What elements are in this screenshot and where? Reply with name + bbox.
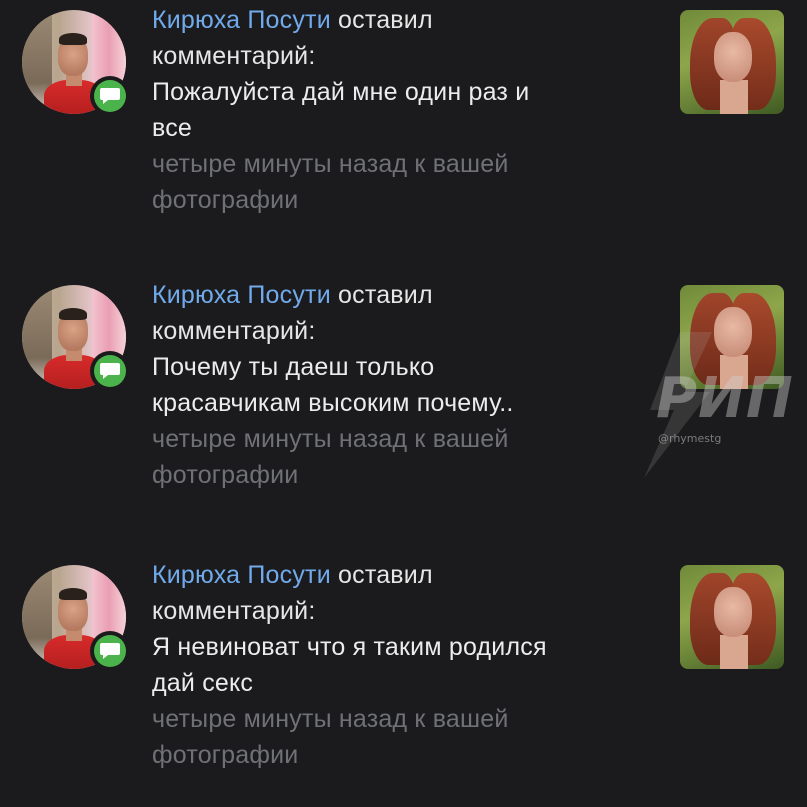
photo-thumbnail[interactable] (680, 565, 784, 669)
comment-badge-icon (90, 76, 130, 116)
timestamp-text-cont: фотографии (152, 741, 299, 769)
author-link[interactable]: Кирюха Посути (152, 6, 331, 34)
action-text-cont: комментарий: (152, 42, 316, 70)
action-text: оставил (338, 561, 433, 589)
notification-feed: Кирюха Посути оставил комментарий: Пожал… (0, 0, 807, 807)
timestamp-text: четыре минуты назад к вашей (152, 150, 509, 178)
notification-item[interactable]: Кирюха Посути оставил комментарий: Пожал… (0, 0, 807, 240)
timestamp-text: четыре минуты назад к вашей (152, 705, 509, 733)
action-text-cont: комментарий: (152, 597, 316, 625)
comment-text: Почему ты даеш только (152, 353, 435, 381)
notification-text: Кирюха Посути оставил комментарий: Почем… (152, 277, 652, 493)
action-text-cont: комментарий: (152, 317, 316, 345)
timestamp-text: четыре минуты назад к вашей (152, 425, 509, 453)
notification-item[interactable]: Кирюха Посути оставил комментарий: Почем… (0, 275, 807, 515)
comment-text-cont: все (152, 114, 193, 142)
user-avatar-container[interactable] (22, 565, 130, 671)
photo-thumbnail[interactable] (680, 285, 784, 389)
comment-text: Пожалуйста дай мне один раз и (152, 78, 530, 106)
notification-text: Кирюха Посути оставил комментарий: Пожал… (152, 2, 652, 218)
notification-text: Кирюха Посути оставил комментарий: Я нев… (152, 557, 652, 773)
comment-text: Я невиноват что я таким родился (152, 633, 547, 661)
author-link[interactable]: Кирюха Посути (152, 281, 331, 309)
action-text: оставил (338, 6, 433, 34)
timestamp-text-cont: фотографии (152, 186, 299, 214)
photo-thumbnail[interactable] (680, 10, 784, 114)
comment-text-cont: красавчикам высоким почему.. (152, 389, 514, 417)
user-avatar-container[interactable] (22, 10, 130, 116)
timestamp-text-cont: фотографии (152, 461, 299, 489)
comment-text-cont: дай секс (152, 669, 254, 697)
action-text: оставил (338, 281, 433, 309)
author-link[interactable]: Кирюха Посути (152, 561, 331, 589)
user-avatar-container[interactable] (22, 285, 130, 391)
comment-badge-icon (90, 631, 130, 671)
notification-item[interactable]: Кирюха Посути оставил комментарий: Я нев… (0, 555, 807, 795)
comment-badge-icon (90, 351, 130, 391)
